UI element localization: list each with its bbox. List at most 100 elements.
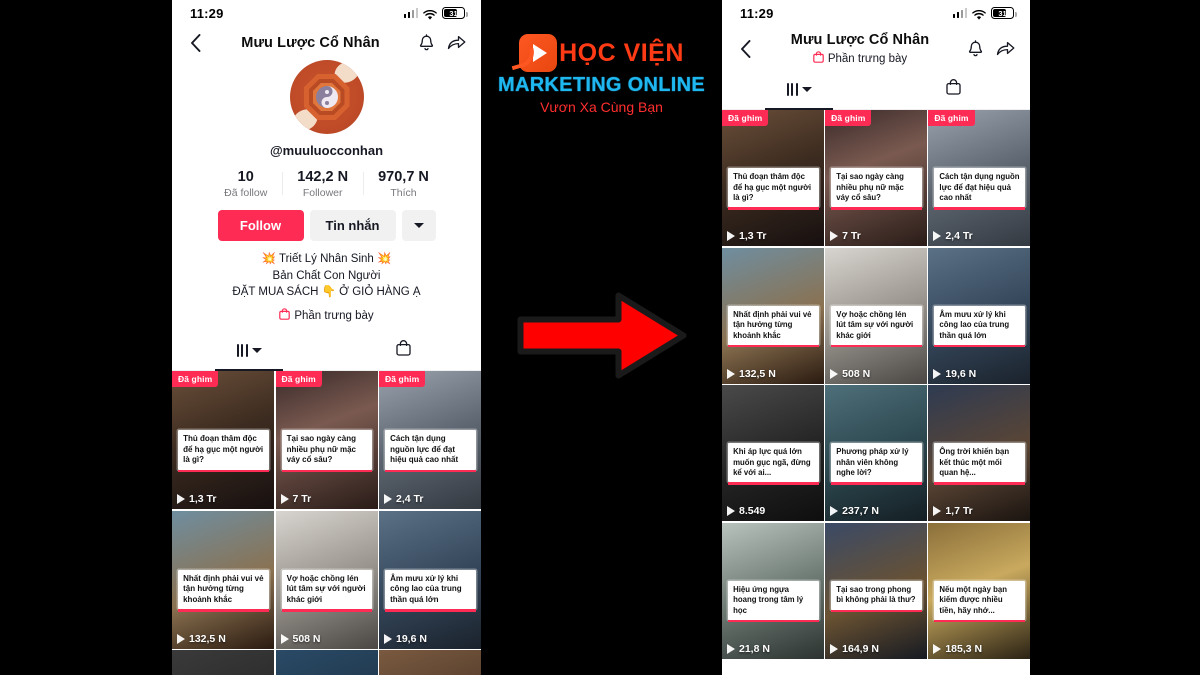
video-cell[interactable]: Hiệu ứng ngựa hoang trong tâm lý học 21,8…: [722, 522, 824, 659]
chevron-down-icon: [251, 348, 262, 354]
play-count: 508 N: [830, 368, 870, 380]
status-bar: 11:29 31: [722, 0, 1030, 26]
back-button[interactable]: [734, 38, 756, 60]
bio-line-3: ĐẶT MUA SÁCH 👇 Ở GIỎ HÀNG Ạ: [232, 286, 421, 299]
video-cell[interactable]: Nếu một ngày bạn kiếm được nhiều tiền, h…: [928, 522, 1030, 659]
profile-bio: 💥 Triết Lý Nhân Sinh 💥 Bản Chất Con Ngườ…: [172, 251, 481, 301]
left-nav-bar: Mưu Lược Cổ Nhân: [172, 26, 481, 56]
video-cell[interactable]: Đã ghim Cách tận dụng nguồn lực để đạt hi…: [928, 110, 1030, 246]
video-caption: Vợ hoặc chồng lén lút tâm sự với người k…: [831, 305, 922, 348]
video-cell[interactable]: Ông trời khiến bạn kết thúc một mối quan…: [928, 385, 1030, 521]
video-cell[interactable]: Đã ghim Tại sao ngày càng nhiều phụ nữ mặ…: [275, 371, 378, 510]
tab-videos[interactable]: [722, 72, 876, 109]
play-count-label: 7 Tr: [842, 230, 861, 242]
left-nav-center: Mưu Lược Cổ Nhân: [206, 35, 415, 51]
play-count: 19,6 N: [933, 368, 976, 380]
play-triangle-icon: [177, 494, 185, 505]
pinned-badge: Đã ghim: [275, 371, 322, 387]
video-cell[interactable]: Tại sao trong phong bì không phải là thư…: [825, 522, 927, 659]
video-caption: Tại sao trong phong bì không phải là thư…: [831, 580, 922, 612]
video-cell[interactable]: [379, 650, 481, 675]
play-count: 1,7 Tr: [933, 505, 973, 517]
play-count-label: 8.549: [739, 505, 766, 517]
share-icon[interactable]: [994, 38, 1016, 60]
play-triangle-icon: [830, 643, 839, 654]
video-cell[interactable]: Nhất định phải vui vẻ tận hưởng từng kho…: [722, 247, 824, 384]
bio-line-1: 💥 Triết Lý Nhân Sinh 💥: [261, 253, 392, 265]
video-caption: Cách tận dụng nguồn lực để đạt hiệu quả …: [385, 430, 476, 473]
video-cell[interactable]: Nhất định phải vui vẻ tận hưởng từng kho…: [172, 510, 274, 649]
tab-shop[interactable]: [327, 333, 482, 370]
video-caption: Khi áp lực quá lớn muốn gục ngã, đừng kể…: [728, 443, 820, 485]
play-count-label: 21,8 N: [739, 642, 770, 655]
video-cell[interactable]: [275, 650, 378, 675]
play-triangle-icon: [933, 231, 942, 241]
play-triangle-icon: [830, 231, 839, 241]
profile-handle: @muuluocconhan: [269, 143, 384, 158]
video-cell[interactable]: Đã ghim Cách tận dụng nguồn lực để đạt hi…: [379, 371, 481, 510]
video-caption: Thủ đoạn thâm độc để hạ gục một người là…: [728, 168, 820, 210]
message-button[interactable]: Tin nhắn: [309, 210, 396, 241]
video-cell[interactable]: Đã ghim Thủ đoạn thâm độc để hạ gục một n…: [722, 110, 824, 246]
shopping-bag-icon: [945, 79, 961, 100]
status-icons: 31: [403, 7, 468, 20]
center-panel: HỌC VIỆN MARKETING ONLINE Vươn Xa Cùng B…: [481, 0, 722, 675]
shopping-bag-icon: [279, 308, 291, 323]
showcase-subtitle[interactable]: Phần trưng bày: [756, 51, 964, 66]
play-count-label: 19,6 N: [396, 632, 427, 645]
video-cell[interactable]: Đã ghim Tại sao ngày càng nhiều phụ nữ mặ…: [825, 110, 927, 246]
stat-following[interactable]: 10 Đã follow: [209, 169, 282, 199]
play-triangle-icon: [727, 231, 735, 241]
status-time: 11:29: [190, 5, 224, 21]
play-count: 508 N: [280, 632, 321, 645]
video-caption: Nhất định phải vui vẻ tận hưởng từng kho…: [728, 305, 820, 348]
bell-icon[interactable]: [964, 38, 986, 60]
play-count: 185,3 N: [933, 643, 982, 655]
left-video-grid: Đã ghim Thủ đoạn thâm độc để hạ gục một n…: [172, 371, 481, 675]
video-cell[interactable]: Âm mưu xử lý khi công lao của trung thần…: [928, 247, 1030, 384]
play-count-label: 1,3 Tr: [739, 230, 767, 242]
tab-videos[interactable]: [172, 333, 327, 370]
video-cell[interactable]: Vợ hoặc chồng lén lút tâm sự với người k…: [825, 247, 927, 384]
video-cell[interactable]: Vợ hoặc chồng lén lút tâm sự với người k…: [275, 510, 378, 649]
cellular-signal-icon: [403, 8, 418, 18]
pinned-badge: Đã ghim: [722, 110, 769, 126]
stat-value: 970,7 N: [378, 169, 429, 185]
video-cell[interactable]: Đã ghim Thủ đoạn thâm độc để hạ gục một n…: [172, 371, 274, 510]
play-count-label: 7 Tr: [292, 493, 312, 506]
video-caption: Âm mưu xử lý khi công lao của trung thần…: [385, 569, 476, 612]
stat-likes[interactable]: 970,7 N Thích: [363, 169, 444, 199]
logo-tagline: Vươn Xa Cùng Bạn: [540, 99, 663, 115]
play-count: 7 Tr: [280, 493, 312, 506]
bio-line-2: Bản Chất Con Người: [272, 269, 381, 282]
showcase-link[interactable]: Phần trưng bày: [172, 308, 481, 323]
play-count-label: 132,5 N: [189, 632, 226, 645]
profile-stats: 10 Đã follow 142,2 N Follower 970,7 N Th…: [172, 169, 481, 199]
back-button[interactable]: [184, 32, 206, 54]
video-cell[interactable]: Âm mưu xử lý khi công lao của trung thần…: [379, 510, 481, 649]
play-triangle-icon: [727, 506, 735, 516]
tab-shop[interactable]: [876, 72, 1030, 109]
video-cell[interactable]: Phương pháp xử lý nhân viên không nghe l…: [825, 385, 927, 521]
play-triangle-icon: [933, 368, 942, 379]
right-video-grid: Đã ghim Thủ đoạn thâm độc để hạ gục một n…: [722, 110, 1030, 659]
bell-icon[interactable]: [415, 32, 437, 54]
stat-label: Đã follow: [224, 187, 268, 199]
yin-yang-icon: [315, 86, 338, 108]
yin-yang-bagua-avatar[interactable]: [289, 60, 364, 134]
play-triangle-icon: [384, 494, 392, 505]
video-cell[interactable]: Khi áp lực quá lớn muốn gục ngã, đừng kể…: [722, 385, 824, 521]
bagua-icon: [303, 74, 350, 120]
stat-followers[interactable]: 142,2 N Follower: [282, 169, 363, 199]
video-caption: Tại sao ngày càng nhiều phụ nữ mặc váy c…: [281, 430, 373, 473]
cellular-signal-icon: [952, 8, 967, 18]
pinned-badge: Đã ghim: [825, 110, 872, 126]
video-cell[interactable]: [172, 650, 274, 675]
pinned-badge: Đã ghim: [379, 371, 426, 387]
play-count-label: 2,4 Tr: [396, 493, 424, 506]
share-icon[interactable]: [445, 32, 467, 54]
more-options-button[interactable]: [401, 210, 436, 241]
play-count-label: 508 N: [292, 632, 321, 645]
battery-level: 31: [998, 8, 1007, 18]
follow-button[interactable]: Follow: [217, 210, 304, 241]
